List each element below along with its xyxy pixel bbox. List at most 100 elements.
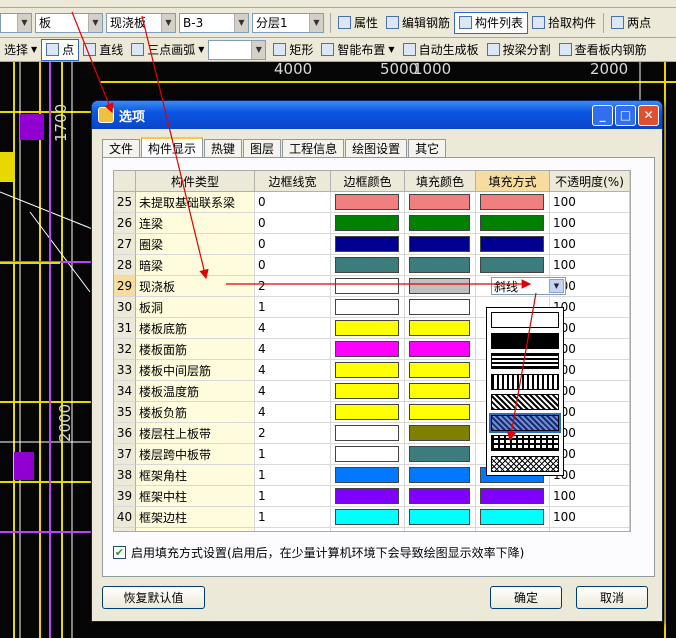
fill-color-cell[interactable] <box>405 297 476 318</box>
row-number[interactable]: 31 <box>114 318 136 339</box>
tab-6[interactable]: 其它 <box>408 139 447 157</box>
fill-pattern-option-cross[interactable] <box>491 455 559 472</box>
border-width-cell[interactable]: 4 <box>255 402 331 423</box>
pick-component-button[interactable]: 拾取构件 <box>528 12 600 34</box>
border-color-cell[interactable] <box>331 339 405 360</box>
border-color-cell[interactable] <box>331 465 405 486</box>
two-points-button[interactable]: 两点 <box>607 12 655 34</box>
table-row[interactable]: 27 圈梁 0 100 <box>114 234 630 255</box>
fill-pattern-option-black[interactable] <box>491 332 559 349</box>
border-width-cell[interactable]: 0 <box>255 213 331 234</box>
fill-color-cell[interactable] <box>405 339 476 360</box>
border-color-cell[interactable] <box>331 213 405 234</box>
arc-three-point-button[interactable]: 三点画弧 ▼ <box>127 39 208 61</box>
border-color-cell[interactable] <box>331 297 405 318</box>
rect-button[interactable]: 矩形 <box>269 39 317 61</box>
fill-color-cell[interactable] <box>405 360 476 381</box>
row-number[interactable]: 35 <box>114 402 136 423</box>
border-width-cell[interactable] <box>255 528 331 531</box>
type-combo[interactable]: 板 ▼ <box>35 12 103 33</box>
scroll-up-icon[interactable]: ▲ <box>630 171 631 188</box>
edit-rebar-button[interactable]: 编辑钢筋 <box>382 12 454 34</box>
opacity-cell[interactable]: 100 <box>550 213 630 234</box>
row-number[interactable]: 27 <box>114 234 136 255</box>
line-button[interactable]: 直线 <box>79 39 127 61</box>
ok-button[interactable]: 确定 <box>490 586 562 609</box>
opacity-cell[interactable]: 100 <box>550 234 630 255</box>
component-type-cell[interactable]: 楼层柱上板带 <box>136 423 255 444</box>
row-number[interactable]: 29 <box>114 276 136 297</box>
column-header[interactable]: 填充方式 <box>476 171 550 192</box>
enable-fill-checkbox[interactable]: ✔ <box>113 546 126 559</box>
fill-mode-cell[interactable] <box>476 528 550 531</box>
cancel-button[interactable]: 取消 <box>576 586 648 609</box>
fill-color-cell[interactable] <box>405 234 476 255</box>
opacity-cell[interactable]: 100 <box>550 255 630 276</box>
table-row[interactable]: 26 连梁 0 100 <box>114 213 630 234</box>
fill-mode-cell[interactable] <box>476 255 550 276</box>
fill-color-cell[interactable] <box>405 213 476 234</box>
fill-color-cell[interactable] <box>405 402 476 423</box>
fill-color-cell[interactable] <box>405 276 476 297</box>
opacity-cell[interactable]: 100 <box>550 507 630 528</box>
opacity-cell[interactable] <box>550 528 630 531</box>
fill-mode-cell[interactable] <box>476 507 550 528</box>
fill-mode-cell[interactable] <box>476 234 550 255</box>
fill-pattern-option-diag-selected[interactable] <box>489 412 561 433</box>
component-type-cell[interactable]: 楼板面筋 <box>136 339 255 360</box>
border-color-cell[interactable] <box>331 528 405 531</box>
border-color-cell[interactable] <box>331 423 405 444</box>
border-color-cell[interactable] <box>331 360 405 381</box>
fill-mode-cell[interactable] <box>476 486 550 507</box>
fill-pattern-option-hlines[interactable] <box>491 353 559 369</box>
border-width-cell[interactable]: 4 <box>255 360 331 381</box>
dialog-title-bar[interactable]: 选项 _ □ ✕ <box>92 101 662 129</box>
border-color-cell[interactable] <box>331 402 405 423</box>
border-width-cell[interactable]: 2 <box>255 276 331 297</box>
component-type-cell[interactable]: 楼板底筋 <box>136 318 255 339</box>
fill-pattern-option-diag[interactable] <box>491 394 559 410</box>
border-width-cell[interactable]: 4 <box>255 339 331 360</box>
column-header[interactable]: 不透明度(%) <box>550 171 630 192</box>
fill-color-cell[interactable] <box>405 528 476 531</box>
table-row[interactable]: 39 框架中柱 1 100 <box>114 486 630 507</box>
component-type-cell[interactable]: 框架边柱 <box>136 507 255 528</box>
border-color-cell[interactable] <box>331 318 405 339</box>
component-type-cell[interactable]: 连梁 <box>136 213 255 234</box>
opacity-cell[interactable]: 100 <box>550 486 630 507</box>
fill-pattern-option-vlines[interactable] <box>491 373 559 390</box>
restore-defaults-button[interactable]: 恢复默认值 <box>102 586 205 609</box>
point-button[interactable]: 点 <box>41 38 80 61</box>
fill-pattern-option-grid[interactable] <box>491 435 559 451</box>
component-type-cell[interactable]: 楼板负筋 <box>136 402 255 423</box>
border-width-cell[interactable]: 1 <box>255 465 331 486</box>
row-number[interactable]: 36 <box>114 423 136 444</box>
properties-button[interactable]: 属性 <box>334 12 382 34</box>
floor-combo[interactable]: 分层1 ▼ <box>252 12 324 33</box>
tab-5[interactable]: 绘图设置 <box>345 139 408 157</box>
border-width-cell[interactable]: 1 <box>255 507 331 528</box>
column-header[interactable]: 边框颜色 <box>331 171 405 192</box>
opacity-cell[interactable]: 100 <box>550 192 630 213</box>
select-button[interactable]: 选择 ▼ <box>0 39 41 61</box>
close-button[interactable]: ✕ <box>638 104 659 126</box>
border-width-cell[interactable]: 2 <box>255 423 331 444</box>
tab-3[interactable]: 图层 <box>243 139 282 157</box>
fill-mode-setting[interactable]: ✔ 启用填充方式设置(启用后，在少量计算机环境下会导致绘图显示效率下降) <box>113 544 524 561</box>
border-width-cell[interactable]: 1 <box>255 444 331 465</box>
draw-combo[interactable]: ▼ <box>208 39 267 60</box>
row-number[interactable]: 32 <box>114 339 136 360</box>
fill-color-cell[interactable] <box>405 255 476 276</box>
component-type-cell[interactable]: 楼板中间层筋 <box>136 360 255 381</box>
border-width-cell[interactable]: 0 <box>255 192 331 213</box>
component-type-cell[interactable]: 框架角柱 <box>136 465 255 486</box>
fill-pattern-option-white[interactable] <box>491 312 559 328</box>
border-color-cell[interactable] <box>331 381 405 402</box>
border-color-cell[interactable] <box>331 192 405 213</box>
layer-combo[interactable]: ▼ <box>0 12 32 33</box>
fill-color-cell[interactable] <box>405 465 476 486</box>
split-by-beam-button[interactable]: 按梁分割 <box>483 39 555 61</box>
row-number[interactable]: 33 <box>114 360 136 381</box>
border-width-cell[interactable]: 0 <box>255 255 331 276</box>
fill-color-cell[interactable] <box>405 318 476 339</box>
